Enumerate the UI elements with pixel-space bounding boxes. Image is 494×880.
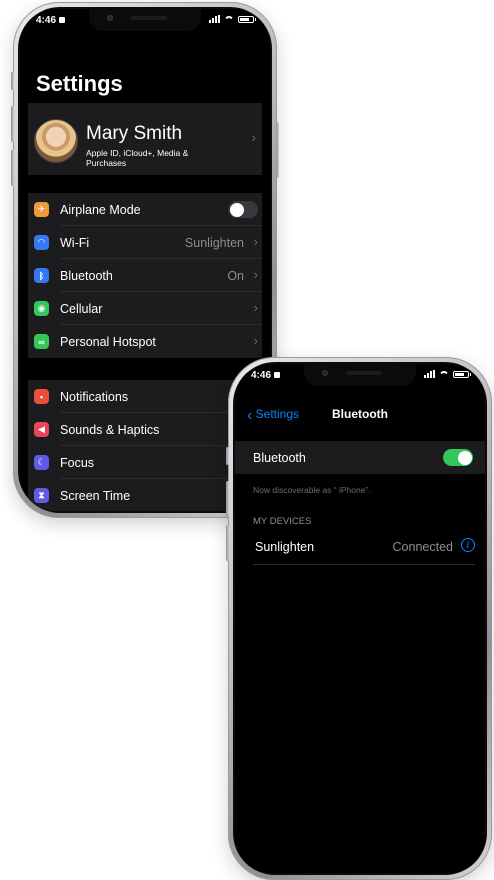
row-cellular[interactable]: ◉ Cellular › (28, 292, 262, 325)
row-label: Airplane Mode (60, 203, 141, 217)
earpiece-speaker (346, 371, 382, 375)
hotspot-icon: ∞ (34, 334, 49, 349)
volume-down-button (226, 525, 229, 561)
chevron-right-icon: › (253, 333, 258, 348)
row-label: Sounds & Haptics (60, 423, 160, 437)
row-personal-hotspot[interactable]: ∞ Personal Hotspot › (28, 325, 262, 358)
section-header-my-devices: MY DEVICES (253, 516, 312, 527)
chevron-right-icon: › (253, 300, 258, 315)
chevron-right-icon: › (253, 267, 258, 282)
bluetooth-icon: ᛒ (34, 268, 49, 283)
row-wifi[interactable]: ◠ Wi-Fi Sunlighten › (28, 226, 262, 259)
cellular-icon: ◉ (34, 301, 49, 316)
status-time-text: 4:46 (251, 370, 272, 381)
status-time: 4:46 (251, 370, 281, 381)
bluetooth-row[interactable]: Bluetooth (235, 441, 485, 474)
front-camera (322, 370, 328, 376)
row-label: Focus (60, 456, 95, 470)
volume-down-button (11, 150, 14, 186)
front-camera (107, 15, 113, 21)
row-label: Notifications (60, 390, 129, 404)
notch (304, 364, 416, 386)
profile-subtitle: Apple ID, iCloud+, Media & Purchases (86, 148, 189, 168)
status-time-text: 4:46 (36, 15, 57, 26)
device-status: Connected (392, 540, 453, 554)
signal-icon (209, 15, 220, 23)
row-label: Bluetooth (60, 269, 113, 283)
back-button-label: Settings (255, 407, 300, 421)
row-label: Wi-Fi (60, 236, 90, 250)
row-notifications[interactable]: ▪ Notifications (28, 380, 262, 413)
airplane-mode-toggle[interactable] (228, 201, 258, 218)
apple-id-profile-row[interactable]: Mary Smith Apple ID, iCloud+, Media & Pu… (28, 103, 262, 175)
focus-icon: ☾ (34, 455, 49, 470)
mute-switch (226, 447, 229, 465)
signal-icon (424, 370, 435, 378)
lock-icon (59, 17, 66, 23)
notch (89, 9, 201, 31)
airplane-icon: ✈ (34, 202, 49, 217)
row-value: Sunlighten (184, 236, 244, 250)
screen-time-icon: ⧗ (34, 488, 49, 503)
connectivity-group: ✈ Airplane Mode ◠ Wi-Fi Sunlighten › ᛒ B… (28, 193, 262, 358)
bluetooth-label: Bluetooth (253, 451, 306, 465)
bluetooth-toggle[interactable] (443, 449, 473, 466)
phone-bluetooth: 4:46 Bluetooth ‹ Settings Bluetooth Now … (226, 357, 492, 880)
wifi-icon: ◠ (34, 235, 49, 250)
row-label: Screen Time (60, 489, 131, 503)
row-label: Personal Hotspot (60, 335, 156, 349)
status-time: 4:46 (36, 15, 66, 26)
battery-icon (453, 370, 471, 378)
device-name: Sunlighten (255, 540, 315, 554)
profile-name: Mary Smith (86, 123, 183, 144)
power-button (276, 122, 279, 178)
back-button[interactable]: ‹ Settings (247, 407, 299, 425)
mute-switch (11, 72, 14, 90)
row-sounds-haptics[interactable]: ◀ Sounds & Haptics (28, 413, 262, 446)
chevron-right-icon: › (251, 129, 256, 145)
discoverable-text: Now discoverable as “ iPhone”. (253, 485, 371, 495)
row-value: On (227, 269, 244, 283)
page-title: Settings (36, 71, 123, 96)
device-row-sunlighten[interactable]: Sunlighten Connected i (253, 530, 475, 565)
chevron-right-icon: › (253, 234, 258, 249)
sounds-icon: ◀ (34, 422, 49, 437)
row-airplane-mode[interactable]: ✈ Airplane Mode (28, 193, 262, 226)
wifi-status-icon (439, 371, 449, 378)
earpiece-speaker (131, 16, 167, 20)
screen: 4:46 Bluetooth ‹ Settings Bluetooth Now … (235, 364, 485, 873)
status-icons (209, 15, 256, 23)
chevron-left-icon: ‹ (247, 407, 253, 424)
lock-icon (274, 372, 281, 378)
row-bluetooth[interactable]: ᛒ Bluetooth On › (28, 259, 262, 292)
volume-up-button (226, 481, 229, 517)
volume-up-button (11, 106, 14, 142)
status-icons (424, 370, 471, 378)
avatar (34, 119, 78, 163)
battery-icon (238, 15, 256, 23)
notifications-icon: ▪ (34, 389, 49, 404)
info-icon[interactable]: i (461, 538, 475, 552)
wifi-status-icon (224, 16, 234, 23)
row-label: Cellular (60, 302, 103, 316)
